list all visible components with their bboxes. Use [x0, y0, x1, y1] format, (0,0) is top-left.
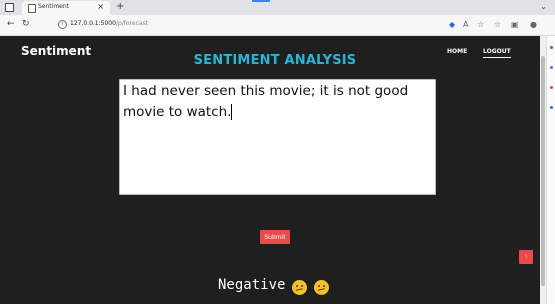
profile-icon[interactable]: ●	[530, 20, 537, 30]
url-host: 127.0.0.1:5000	[70, 20, 116, 27]
read-aloud-icon[interactable]: A	[463, 20, 468, 30]
browser-side-panel	[546, 36, 555, 304]
review-textarea[interactable]: I had never seen this movie; it is not g…	[119, 79, 436, 195]
page-favicon-icon	[28, 4, 36, 13]
page-title: SENTIMENT ANALYSIS	[193, 53, 357, 68]
new-tab-icon[interactable]: +	[116, 1, 124, 13]
page-viewport: Sentiment SENTIMENT ANALYSIS HOME LOGOUT…	[0, 36, 540, 304]
scroll-to-top-button[interactable]: ↑	[519, 250, 533, 264]
url-field[interactable]: 127.0.0.1:5000/p/forecast	[70, 20, 148, 27]
side-panel-icon[interactable]	[550, 106, 553, 109]
nav-home-link[interactable]: HOME	[447, 48, 467, 55]
confused-face-icon	[292, 280, 307, 295]
tab-close-icon[interactable]: ×	[97, 2, 104, 12]
tab-title: Sentiment	[38, 3, 70, 10]
window-controls-icon[interactable]: ⌄	[540, 2, 547, 11]
browser-tab[interactable]: Sentiment ×	[22, 1, 110, 15]
tab-strip-accent	[252, 0, 270, 2]
scrollbar-thumb[interactable]	[541, 56, 545, 286]
window-menu-icon[interactable]	[5, 3, 14, 12]
favorite-star-icon[interactable]: ☆	[477, 20, 484, 30]
nav-logout-link[interactable]: LOGOUT	[483, 48, 511, 58]
sentiment-result: Negative	[218, 277, 286, 293]
side-panel-icon[interactable]	[550, 66, 553, 69]
side-panel-icon[interactable]	[550, 46, 553, 49]
address-bar: ← ↻ i 127.0.0.1:5000/p/forecast ◆ A ☆ ☆ …	[0, 15, 555, 36]
collections-icon[interactable]: ▣	[511, 20, 519, 30]
extension-icon[interactable]: ◆	[449, 20, 455, 30]
favorites-icon[interactable]: ☆	[494, 20, 501, 30]
browser-tab-bar: Sentiment × + ⌄	[0, 0, 555, 15]
submit-button[interactable]: Submit	[260, 230, 290, 244]
back-icon[interactable]: ←	[7, 19, 15, 30]
url-path: /p/forecast	[115, 20, 149, 27]
side-panel-icon[interactable]	[550, 86, 553, 89]
reload-icon[interactable]: ↻	[22, 19, 30, 30]
review-text: I had never seen this movie; it is not g…	[123, 83, 409, 120]
site-info-icon[interactable]: i	[58, 20, 67, 29]
confused-face-icon	[314, 280, 329, 295]
text-caret	[231, 104, 233, 120]
